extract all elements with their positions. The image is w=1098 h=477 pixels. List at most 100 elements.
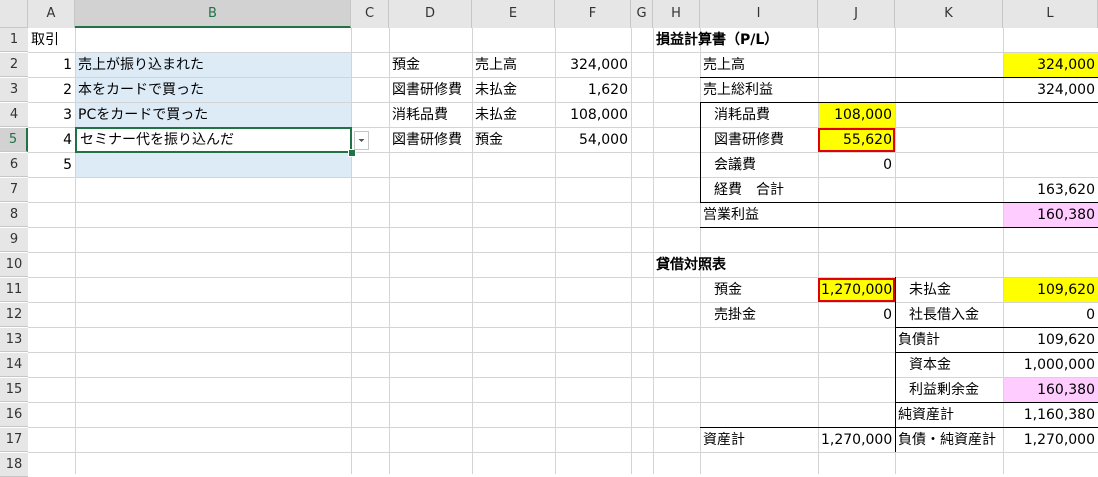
pl-gross-label[interactable]: 売上総利益	[700, 78, 818, 102]
journal-amount[interactable]: 324,000	[555, 53, 631, 77]
column-header-f[interactable]: F	[555, 0, 631, 28]
row-header[interactable]: 6	[0, 153, 28, 177]
column-header-j[interactable]: J	[818, 0, 895, 28]
column-header-h[interactable]: H	[653, 0, 700, 28]
row-header[interactable]: 13	[0, 328, 28, 352]
bs-deposit-label[interactable]: 預金	[700, 278, 818, 302]
transactions-header[interactable]: 取引	[28, 28, 75, 52]
bs-payable-value[interactable]: 109,620	[1004, 278, 1098, 302]
bs-receivable-value[interactable]: 0	[818, 303, 895, 327]
journal-credit[interactable]: 未払金	[472, 78, 555, 102]
border-line	[895, 352, 1098, 353]
journal-credit[interactable]: 売上高	[472, 53, 555, 77]
border-line	[700, 102, 1098, 103]
pl-operating-value[interactable]: 160,380	[1004, 203, 1098, 227]
journal-debit[interactable]: 図書研修費	[389, 78, 472, 102]
gridline	[351, 28, 352, 474]
border-line	[895, 327, 1098, 328]
row-header[interactable]: 2	[0, 53, 28, 77]
row-header[interactable]: 3	[0, 78, 28, 102]
transaction-number[interactable]: 2	[28, 78, 75, 102]
bs-retained-value[interactable]: 160,380	[1004, 378, 1098, 402]
bs-payable-label[interactable]: 未払金	[895, 278, 1003, 302]
transaction-number[interactable]: 4	[28, 128, 75, 152]
pl-supplies-label[interactable]: 消耗品費	[700, 103, 818, 127]
journal-debit[interactable]: 消耗品費	[389, 103, 472, 127]
pl-supplies-value[interactable]: 108,000	[819, 103, 895, 127]
row-header[interactable]: 4	[0, 103, 28, 127]
transaction-number[interactable]: 5	[28, 153, 75, 177]
journal-debit[interactable]: 預金	[389, 53, 472, 77]
pl-books-value[interactable]: 55,620	[818, 128, 895, 152]
pl-expense-total-label[interactable]: 経費 合計	[700, 178, 818, 202]
bs-deposit-value[interactable]: 1,270,000	[818, 278, 895, 302]
gridline	[28, 452, 1098, 453]
column-header-l[interactable]: L	[1003, 0, 1098, 28]
bs-netassets-value[interactable]: 1,160,380	[1003, 403, 1098, 427]
gridline	[818, 28, 819, 474]
dropdown-button[interactable]	[354, 131, 369, 150]
chevron-down-icon	[358, 139, 365, 142]
journal-amount[interactable]: 54,000	[555, 128, 631, 152]
row-header[interactable]: 1	[0, 28, 28, 52]
transaction-item[interactable]: 売上が振り込まれた	[75, 53, 351, 77]
journal-credit[interactable]: 未払金	[472, 103, 555, 127]
bs-assets-total-label[interactable]: 資産計	[700, 428, 818, 452]
row-header[interactable]: 17	[0, 428, 28, 452]
column-header-d[interactable]: D	[389, 0, 472, 28]
transaction-number[interactable]: 3	[28, 103, 75, 127]
pl-meeting-label[interactable]: 会議費	[700, 153, 818, 177]
pl-sales-label[interactable]: 売上高	[700, 53, 818, 77]
bs-title[interactable]: 貸借対照表	[653, 253, 773, 277]
bs-liab-total-value[interactable]: 109,620	[1003, 328, 1098, 352]
bs-liab-total-label[interactable]: 負債計	[895, 328, 1003, 352]
active-cell[interactable]: セミナー代を振り込んだ	[75, 127, 352, 153]
pl-meeting-value[interactable]: 0	[818, 153, 895, 177]
row-header[interactable]: 5	[0, 128, 28, 152]
bs-retained-label[interactable]: 利益剰余金	[895, 378, 1003, 402]
bs-liab-net-total-label[interactable]: 負債・純資産計	[895, 428, 1003, 452]
pl-sales-value[interactable]: 324,000	[1004, 53, 1098, 77]
row-header[interactable]: 9	[0, 228, 28, 252]
journal-debit[interactable]: 図書研修費	[389, 128, 472, 152]
bs-loan-label[interactable]: 社長借入金	[895, 303, 1003, 327]
column-header-c[interactable]: C	[351, 0, 389, 28]
bs-netassets-label[interactable]: 純資産計	[895, 403, 1003, 427]
pl-expense-total-value[interactable]: 163,620	[1003, 178, 1098, 202]
bs-receivable-label[interactable]: 売掛金	[700, 303, 818, 327]
column-header-k[interactable]: K	[895, 0, 1003, 28]
transaction-number[interactable]: 1	[28, 53, 75, 77]
row-header[interactable]: 11	[0, 278, 28, 302]
row-header[interactable]: 15	[0, 378, 28, 402]
pl-title[interactable]: 損益計算書（P/L）	[653, 28, 853, 52]
bs-assets-total-value[interactable]: 1,270,000	[818, 428, 895, 452]
bs-capital-value[interactable]: 1,000,000	[1003, 353, 1098, 377]
column-header-b[interactable]: B	[75, 0, 351, 28]
gridline	[653, 28, 654, 474]
bs-liab-net-total-value[interactable]: 1,270,000	[1003, 428, 1098, 452]
border-line	[700, 427, 1098, 428]
spreadsheet-grid[interactable]: A B C D E F G H I J K L 1 2 3 4 5 6 7 8 …	[0, 0, 1098, 477]
transaction-item[interactable]: 本をカードで買った	[75, 78, 351, 102]
column-header-e[interactable]: E	[472, 0, 555, 28]
row-header[interactable]: 14	[0, 353, 28, 377]
journal-amount[interactable]: 108,000	[555, 103, 631, 127]
journal-amount[interactable]: 1,620	[555, 78, 631, 102]
row-header[interactable]: 10	[0, 253, 28, 277]
journal-credit[interactable]: 預金	[472, 128, 555, 152]
row-header[interactable]: 16	[0, 403, 28, 427]
row-header[interactable]: 7	[0, 178, 28, 202]
column-header-i[interactable]: I	[700, 0, 818, 28]
row-header[interactable]: 18	[0, 453, 28, 477]
pl-gross-value[interactable]: 324,000	[1003, 78, 1098, 102]
bs-capital-label[interactable]: 資本金	[895, 353, 1003, 377]
transaction-item[interactable]: PCをカードで買った	[75, 103, 351, 127]
column-header-g[interactable]: G	[631, 0, 653, 28]
row-header[interactable]: 12	[0, 303, 28, 327]
column-header-a[interactable]: A	[28, 0, 75, 28]
row-header[interactable]: 8	[0, 203, 28, 227]
pl-operating-label[interactable]: 営業利益	[700, 203, 818, 227]
bs-loan-value[interactable]: 0	[1003, 303, 1098, 327]
pl-books-label[interactable]: 図書研修費	[700, 128, 818, 152]
corner-select-all[interactable]	[0, 0, 28, 28]
